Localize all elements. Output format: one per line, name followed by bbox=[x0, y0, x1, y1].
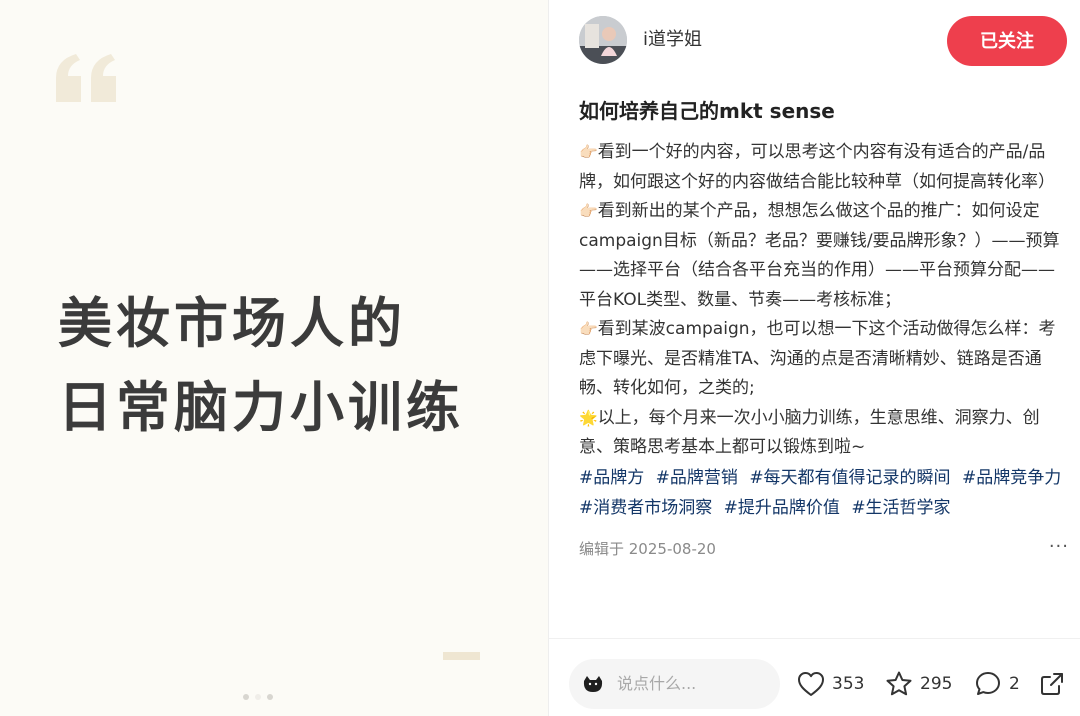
cover-image[interactable]: 美妆市场人的 日常脑力小训练 bbox=[0, 0, 548, 716]
note-paragraph: 👉🏻看到新出的某个产品，想想怎么做这个品的推广：如何设定campaign目标（新… bbox=[579, 197, 1069, 315]
carousel-dot bbox=[267, 694, 273, 700]
carousel-dot-active bbox=[255, 694, 261, 700]
carousel-dot bbox=[243, 694, 249, 700]
note-detail-panel: i道学姐 已关注 如何培养自己的mkt sense 👉🏻看到一个好的内容，可以思… bbox=[548, 0, 1080, 716]
edit-date: 编辑于 2025-08-20 bbox=[579, 539, 716, 558]
author-row: i道学姐 已关注 bbox=[579, 16, 1067, 66]
hashtag-link[interactable]: #品牌竞争力 bbox=[962, 468, 1061, 488]
hashtag-link[interactable]: #消费者市场洞察 bbox=[579, 498, 712, 518]
collect-button[interactable]: 295 bbox=[885, 669, 952, 699]
note-body: 👉🏻看到一个好的内容，可以思考这个内容有没有适合的产品/品牌，如何跟这个好的内容… bbox=[579, 138, 1069, 523]
decorative-bar bbox=[443, 652, 480, 660]
pointing-hand-icon: 👉🏻 bbox=[579, 143, 598, 161]
more-options-icon[interactable]: ··· bbox=[1049, 536, 1069, 557]
author-name[interactable]: i道学姐 bbox=[643, 29, 702, 51]
sparkle-icon: 🌟 bbox=[579, 408, 598, 427]
comment-count: 2 bbox=[1009, 674, 1020, 694]
like-count: 353 bbox=[832, 674, 865, 694]
comment-bubble-icon bbox=[976, 672, 1000, 695]
note-paragraph-text: 看到一个好的内容，可以思考这个内容有没有适合的产品/品牌，如何跟这个好的内容做结… bbox=[579, 142, 1055, 192]
carousel-indicator bbox=[243, 694, 273, 700]
tag-list: #品牌方 #品牌营销 #每天都有值得记录的瞬间 #品牌竞争力 #消费者市场洞察 … bbox=[579, 463, 1069, 523]
comment-button[interactable]: 2 bbox=[974, 669, 1020, 699]
heart-icon bbox=[798, 672, 824, 696]
cover-title-line-1: 美妆市场人的 bbox=[58, 292, 406, 355]
star-icon bbox=[886, 671, 912, 696]
pointing-hand-icon: 👉🏻 bbox=[579, 320, 598, 338]
edit-info-row: 编辑于 2025-08-20 ··· bbox=[579, 536, 1069, 561]
note-title: 如何培养自己的mkt sense bbox=[579, 99, 835, 123]
author-avatar[interactable] bbox=[579, 16, 627, 64]
note-paragraph: 👉🏻看到某波campaign，也可以想一下这个活动做得怎么样：考虑下曝光、是否精… bbox=[579, 315, 1069, 404]
quote-icon bbox=[56, 54, 118, 106]
hashtag-link[interactable]: #生活哲学家 bbox=[851, 498, 950, 518]
follow-button[interactable]: 已关注 bbox=[947, 16, 1067, 66]
pointing-hand-icon: 👉🏻 bbox=[579, 202, 598, 220]
note-paragraph: 👉🏻看到一个好的内容，可以思考这个内容有没有适合的产品/品牌，如何跟这个好的内容… bbox=[579, 138, 1069, 197]
note-paragraph: 🌟以上，每个月来一次小小脑力训练，生意思维、洞察力、创意、策略思考基本上都可以锻… bbox=[579, 404, 1069, 463]
note-paragraph-text: 看到某波campaign，也可以想一下这个活动做得怎么样：考虑下曝光、是否精准T… bbox=[579, 319, 1056, 398]
hashtag-link[interactable]: #品牌方 bbox=[579, 468, 644, 488]
comment-placeholder: 说点什么... bbox=[617, 674, 697, 693]
hashtag-link[interactable]: #每天都有值得记录的瞬间 bbox=[749, 468, 950, 488]
note-content: 如何培养自己的mkt sense 👉🏻看到一个好的内容，可以思考这个内容有没有适… bbox=[579, 96, 1069, 561]
cover-title: 美妆市场人的 日常脑力小训练 bbox=[58, 282, 464, 450]
engagement-bar: 说点什么... 353 295 2 bbox=[569, 659, 1069, 709]
hashtag-link[interactable]: #品牌营销 bbox=[656, 468, 738, 488]
cover-title-line-2: 日常脑力小训练 bbox=[58, 376, 464, 439]
share-button[interactable] bbox=[1038, 669, 1066, 699]
hashtag-link[interactable]: #提升品牌价值 bbox=[724, 498, 840, 518]
comment-input[interactable]: 说点什么... bbox=[569, 659, 780, 709]
note-paragraph-text: 以上，每个月来一次小小脑力训练，生意思维、洞察力、创意、策略思考基本上都可以锻炼… bbox=[579, 407, 1040, 458]
share-icon bbox=[1041, 673, 1063, 695]
divider bbox=[549, 638, 1080, 639]
user-avatar-icon bbox=[581, 672, 605, 696]
collect-count: 295 bbox=[920, 674, 953, 694]
like-button[interactable]: 353 bbox=[797, 669, 864, 699]
note-paragraph-text: 看到新出的某个产品，想想怎么做这个品的推广：如何设定campaign目标（新品？… bbox=[579, 201, 1060, 310]
